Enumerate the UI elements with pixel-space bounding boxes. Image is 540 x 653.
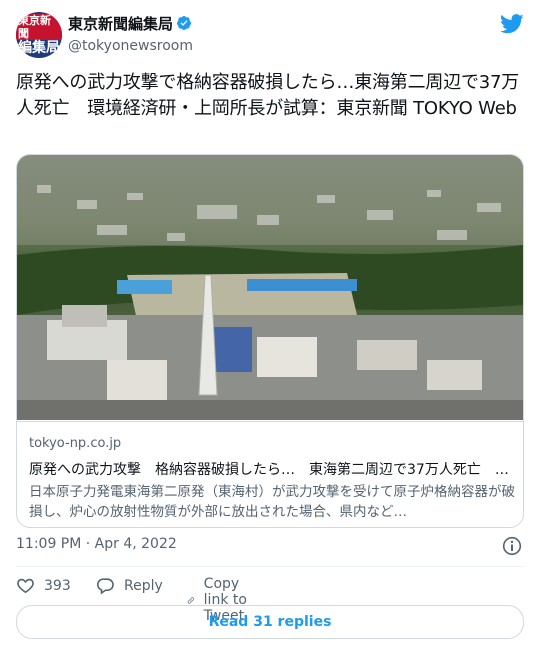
avatar-line2: 編集局 [18,39,60,56]
link-preview-card[interactable]: tokyo-np.co.jp 原発への武力攻撃 格納容器破損したら… 東海第二周… [16,154,524,528]
account-name[interactable]: 東京新聞編集局 [68,15,192,34]
like-count: 393 [44,577,71,594]
link-title: 原発への武力攻撃 格納容器破損したら… 東海第二周辺で37万人死亡 環境経済研・… [29,462,515,478]
reply-label: Reply [124,577,163,594]
tweet-timestamp[interactable]: 11:09 PM · Apr 4, 2022 [16,536,177,552]
account-name-text: 東京新聞編集局 [68,15,174,33]
avatar[interactable]: 東京新聞 編集局 [16,12,62,58]
reply-button[interactable]: Reply [96,576,163,595]
link-description: 日本原子力発電東海第二原発（東海村）が武力攻撃を受けて原子炉格納容器が破損し、炉… [29,484,515,520]
info-icon[interactable] [502,536,522,556]
tweet-text: 原発への武力攻撃で格納容器破損したら…東海第二周辺で37万人死亡 環境経済研・上… [16,72,520,119]
verified-badge-icon [177,16,192,30]
twitter-bird-icon[interactable] [500,14,524,34]
avatar-line1: 東京新聞 [16,13,62,40]
link-card-body[interactable]: tokyo-np.co.jp 原発への武力攻撃 格納容器破損したら… 東海第二周… [17,421,523,527]
link-domain: tokyo-np.co.jp [29,436,122,451]
read-replies-button[interactable]: Read 31 replies [16,605,524,639]
embedded-tweet: 東京新聞 編集局 東京新聞編集局 @tokyonewsroom 原発への武力攻撃… [0,0,540,653]
heart-icon [17,578,34,594]
divider [16,566,524,567]
like-button[interactable]: 393 [16,576,71,595]
reply-bubble-icon [96,578,114,595]
aerial-photo-nuclear-plant [17,155,523,420]
account-handle[interactable]: @tokyonewsroom [68,37,193,55]
